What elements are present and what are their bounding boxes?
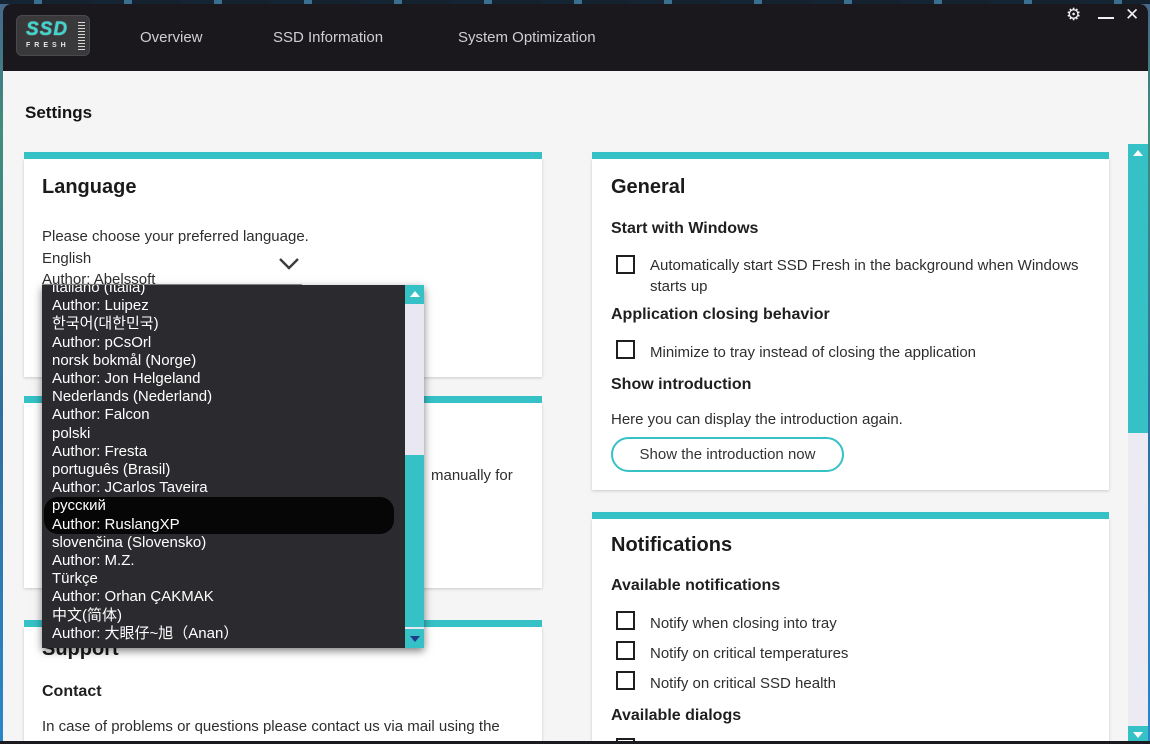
notifications-card-accent-bar: [592, 512, 1109, 519]
main-scroll-thumb[interactable]: [1128, 162, 1148, 433]
notifications-card-title: Notifications: [611, 534, 732, 557]
logo-ssd-text: SSD: [26, 19, 68, 41]
language-dropdown-list: italiano (Italia)Author: Luipez한국어(대한민국)…: [42, 285, 402, 643]
tab-system-optimization[interactable]: System Optimization: [458, 29, 596, 46]
page-title: Settings: [25, 103, 92, 123]
language-card-title: Language: [42, 176, 136, 199]
chevron-down-icon[interactable]: [278, 257, 300, 271]
dropdown-scroll-down-button[interactable]: [405, 629, 424, 648]
show-introduction-button[interactable]: Show the introduction now: [611, 437, 844, 472]
closing-behavior-heading: Application closing behavior: [611, 306, 830, 324]
notify-tray-label: Notify when closing into tray: [650, 613, 837, 634]
general-card-accent-bar: [592, 152, 1109, 159]
dropdown-scroll-thumb[interactable]: [405, 455, 424, 627]
tab-overview[interactable]: Overview: [140, 29, 203, 46]
start-with-windows-heading: Start with Windows: [611, 220, 758, 238]
main-scrollbar[interactable]: [1128, 144, 1148, 744]
triangle-up-icon: [410, 291, 420, 297]
app-logo: SSD FRESH: [16, 15, 90, 56]
language-option[interactable]: polskiAuthor: Fresta: [52, 425, 402, 461]
language-option[interactable]: TürkçeAuthor: Orhan ÇAKMAK: [52, 570, 402, 606]
language-option[interactable]: 中文(简体)Author: 大眼仔~旭（Anan）: [52, 607, 402, 643]
language-option[interactable]: 한국어(대한민국)Author: pCsOrl: [52, 315, 402, 351]
notify-health-checkbox[interactable]: [616, 671, 635, 690]
language-option[interactable]: italiano (Italia)Author: Luipez: [52, 285, 402, 315]
close-icon[interactable]: ✕: [1125, 5, 1139, 25]
support-contact-heading: Contact: [42, 683, 102, 701]
settings-gear-icon[interactable]: ⚙: [1066, 5, 1081, 25]
logo-fresh-text: FRESH: [26, 42, 70, 49]
support-contact-text: In case of problems or questions please …: [42, 716, 514, 744]
dropdown-scrollbar[interactable]: [405, 285, 424, 648]
notify-temperature-checkbox[interactable]: [616, 641, 635, 660]
triangle-down-icon: [410, 636, 420, 642]
dropdown-scroll-up-button[interactable]: [405, 285, 424, 304]
language-select-value[interactable]: English: [42, 248, 91, 269]
language-card-accent-bar: [24, 152, 542, 159]
minimize-to-tray-checkbox[interactable]: [616, 340, 635, 359]
triangle-down-icon: [1133, 732, 1143, 738]
show-introduction-text: Here you can display the introduction ag…: [611, 409, 903, 430]
autostart-checkbox[interactable]: [616, 255, 635, 274]
notifications-card: Notifications Available notifications No…: [592, 519, 1109, 744]
language-description: Please choose your preferred language.: [42, 226, 309, 247]
language-dropdown[interactable]: italiano (Italia)Author: Luipez한국어(대한민국)…: [42, 285, 424, 648]
updates-text-fragment: manually for: [431, 467, 513, 484]
autostart-label: Automatically start SSD Fresh in the bac…: [650, 255, 1095, 297]
language-option[interactable]: português (Brasil)Author: JCarlos Taveir…: [52, 461, 402, 497]
tab-ssd-information[interactable]: SSD Information: [273, 29, 383, 46]
minimize-icon[interactable]: [1098, 17, 1114, 19]
show-introduction-heading: Show introduction: [611, 376, 751, 394]
triangle-up-icon: [1133, 150, 1143, 156]
language-option[interactable]: slovenčina (Slovensko)Author: M.Z.: [52, 534, 402, 570]
minimize-to-tray-label: Minimize to tray instead of closing the …: [650, 342, 1095, 363]
notify-health-label: Notify on critical SSD health: [650, 673, 836, 694]
logo-ruler-icon: [78, 22, 85, 50]
language-option[interactable]: Nederlands (Nederland)Author: Falcon: [52, 388, 402, 424]
notify-tray-checkbox[interactable]: [616, 611, 635, 630]
language-option[interactable]: русскийAuthor: RuslangXP: [44, 497, 394, 533]
available-notifications-heading: Available notifications: [611, 577, 780, 595]
notify-temperature-label: Notify on critical temperatures: [650, 643, 848, 664]
available-dialogs-heading: Available dialogs: [611, 707, 741, 725]
language-option[interactable]: norsk bokmål (Norge)Author: Jon Helgelan…: [52, 352, 402, 388]
main-scroll-up-button[interactable]: [1128, 144, 1148, 162]
general-card: General Start with Windows Automatically…: [592, 159, 1109, 490]
general-card-title: General: [611, 176, 685, 199]
